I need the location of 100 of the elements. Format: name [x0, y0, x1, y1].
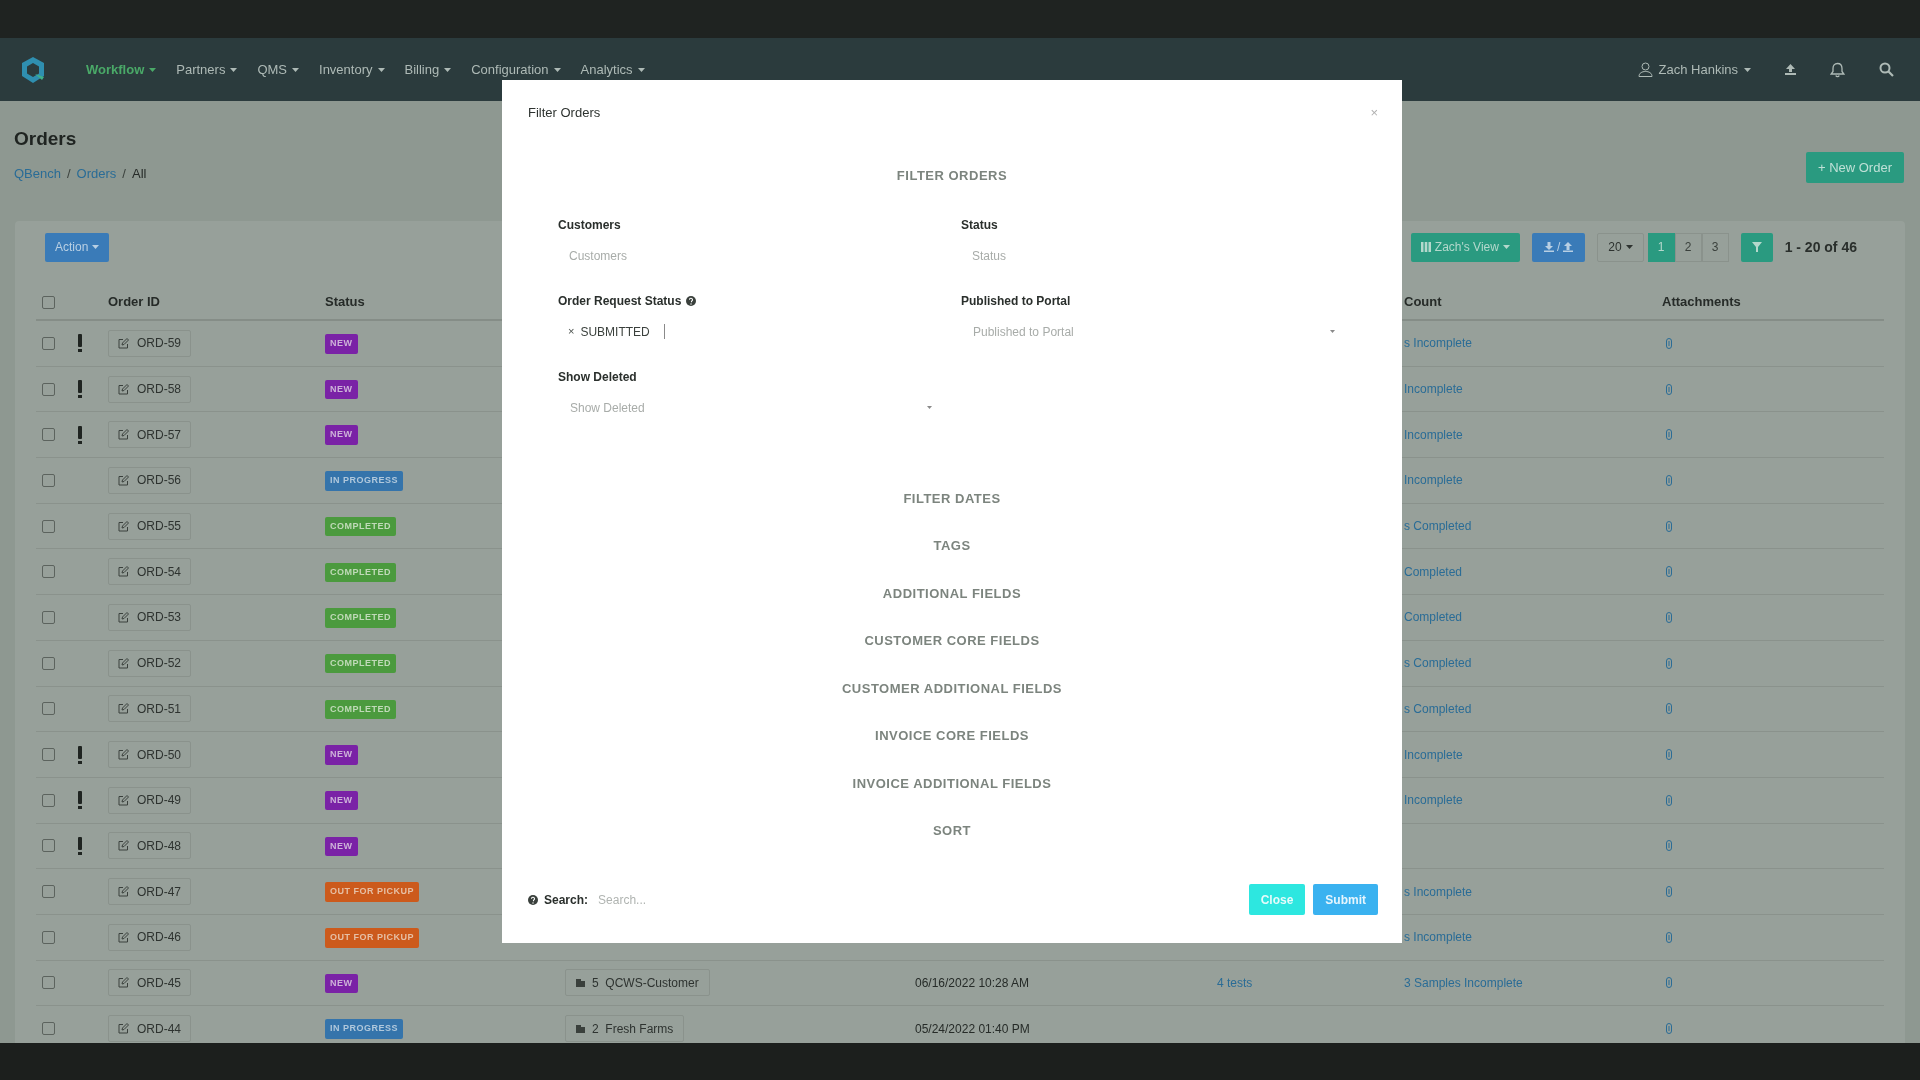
paperclip-icon[interactable]	[1666, 840, 1672, 852]
section-toggle[interactable]: FILTER DATES	[903, 488, 1001, 508]
search-field[interactable]: Search...	[598, 890, 799, 909]
order-link[interactable]: ORD-52	[108, 649, 191, 677]
paperclip-icon[interactable]	[1666, 611, 1672, 623]
order-link[interactable]: ORD-53	[108, 603, 191, 631]
bell-icon[interactable]	[1830, 61, 1845, 78]
sample-count-link[interactable]: Incomplete	[1404, 382, 1463, 397]
order-link[interactable]: ORD-49	[108, 786, 191, 814]
input-field[interactable]: Status	[961, 244, 1301, 267]
checkbox[interactable]	[42, 930, 55, 944]
paperclip-icon[interactable]	[1666, 520, 1672, 532]
order-link[interactable]: ORD-47	[108, 878, 191, 906]
checkbox[interactable]	[42, 473, 55, 487]
checkbox[interactable]	[42, 748, 55, 762]
sample-count-link[interactable]: Incomplete	[1404, 747, 1463, 762]
tests-link[interactable]: 4 tests	[1217, 975, 1253, 990]
tag-input-field[interactable]: × SUBMITTED	[558, 320, 961, 343]
order-link[interactable]: ORD-45	[108, 969, 191, 997]
checkbox[interactable]	[42, 702, 55, 716]
sample-count-link[interactable]: Incomplete	[1404, 427, 1463, 442]
search-icon[interactable]	[1879, 62, 1894, 77]
order-link[interactable]: ORD-57	[108, 421, 191, 449]
paperclip-icon[interactable]	[1666, 429, 1672, 441]
sample-count-link[interactable]: Incomplete	[1404, 473, 1463, 488]
checkbox[interactable]	[42, 656, 55, 670]
paperclip-icon[interactable]	[1666, 931, 1672, 943]
nav-menu-item[interactable]: QMS	[257, 59, 300, 80]
submit-button[interactable]: Submit	[1313, 884, 1378, 915]
paperclip-icon[interactable]	[1666, 977, 1672, 989]
checkbox[interactable]	[42, 336, 55, 350]
sample-count-link[interactable]: Incomplete	[1404, 793, 1463, 808]
paperclip-icon[interactable]	[1666, 749, 1672, 761]
nav-menu-item[interactable]: Billing	[404, 59, 452, 80]
import-export-button[interactable]: /	[1531, 232, 1586, 262]
user-menu[interactable]: Zach Hankins	[1637, 59, 1751, 80]
sample-count-link[interactable]: s Incomplete	[1404, 884, 1473, 899]
order-link[interactable]: ORD-44	[108, 1015, 191, 1043]
order-link[interactable]: ORD-58	[108, 375, 191, 403]
checkbox[interactable]	[42, 519, 55, 533]
order-link[interactable]: ORD-46	[108, 923, 191, 951]
select-field[interactable]: Show Deleted	[558, 396, 938, 419]
nav-menu-item[interactable]: Configuration	[471, 59, 561, 80]
section-toggle[interactable]: INVOICE CORE FIELDS	[875, 726, 1029, 746]
paperclip-icon[interactable]	[1666, 886, 1672, 898]
checkbox[interactable]	[42, 793, 55, 807]
checkbox[interactable]	[42, 1022, 55, 1036]
nav-menu-item[interactable]: Analytics	[580, 59, 645, 80]
section-toggle[interactable]: ADDITIONAL FIELDS	[882, 583, 1022, 603]
nav-menu-item[interactable]: Inventory	[319, 59, 385, 80]
help-icon[interactable]	[528, 894, 538, 905]
sample-count-link[interactable]: s Completed	[1404, 656, 1472, 671]
checkbox[interactable]	[42, 610, 55, 624]
sample-count-link[interactable]: s Completed	[1404, 519, 1472, 534]
section-toggle[interactable]: INVOICE ADDITIONAL FIELDS	[852, 773, 1052, 793]
upload-icon[interactable]	[1785, 64, 1796, 75]
page-button[interactable]: 3	[1701, 232, 1729, 262]
paperclip-icon[interactable]	[1666, 703, 1672, 715]
page-size-dropdown[interactable]: 20	[1597, 232, 1644, 262]
order-link[interactable]: ORD-56	[108, 466, 191, 494]
checkbox[interactable]	[42, 839, 55, 853]
new-order-button[interactable]: + New Order	[1805, 152, 1904, 183]
paperclip-icon[interactable]	[1666, 474, 1672, 486]
nav-menu-item[interactable]: Workflow	[86, 59, 157, 80]
select-field[interactable]: Published to Portal	[961, 320, 1341, 343]
help-icon[interactable]	[686, 295, 697, 306]
order-link[interactable]: ORD-55	[108, 512, 191, 540]
order-link[interactable]: ORD-54	[108, 558, 191, 586]
checkbox[interactable]	[42, 295, 55, 309]
sample-count-link[interactable]: s Incomplete	[1404, 930, 1473, 945]
checkbox[interactable]	[42, 382, 55, 396]
page-button[interactable]: 2	[1674, 232, 1702, 262]
paperclip-icon[interactable]	[1666, 794, 1672, 806]
view-button[interactable]: Zach's View	[1410, 232, 1520, 262]
breadcrumb-link[interactable]: Orders	[76, 163, 117, 183]
checkbox[interactable]	[42, 976, 55, 990]
remove-tag-icon[interactable]: ×	[568, 323, 575, 340]
sample-count-link[interactable]: Completed	[1404, 564, 1463, 579]
section-toggle[interactable]: CUSTOMER ADDITIONAL FIELDS	[841, 678, 1062, 698]
section-toggle[interactable]: CUSTOMER CORE FIELDS	[864, 631, 1040, 651]
sample-count-link[interactable]: s Incomplete	[1404, 336, 1473, 351]
input-field[interactable]: Customers	[558, 244, 898, 267]
checkbox[interactable]	[42, 428, 55, 442]
order-link[interactable]: ORD-48	[108, 832, 191, 860]
section-toggle[interactable]: SORT	[932, 821, 972, 841]
section-toggle[interactable]: TAGS	[933, 536, 971, 556]
breadcrumb-link[interactable]: QBench	[14, 163, 61, 183]
order-link[interactable]: ORD-59	[108, 329, 191, 357]
paperclip-icon[interactable]	[1666, 383, 1672, 395]
paperclip-icon[interactable]	[1666, 657, 1672, 669]
page-button[interactable]: 1	[1647, 232, 1675, 262]
paperclip-icon[interactable]	[1666, 1023, 1672, 1035]
order-link[interactable]: ORD-51	[108, 695, 191, 723]
checkbox[interactable]	[42, 885, 55, 899]
sample-count-link[interactable]: 3 Samples Incomplete	[1404, 975, 1523, 990]
nav-menu-item[interactable]: Partners	[176, 59, 238, 80]
paperclip-icon[interactable]	[1666, 566, 1672, 578]
order-link[interactable]: ORD-50	[108, 741, 191, 769]
paperclip-icon[interactable]	[1666, 337, 1672, 349]
filter-button[interactable]	[1740, 232, 1773, 262]
